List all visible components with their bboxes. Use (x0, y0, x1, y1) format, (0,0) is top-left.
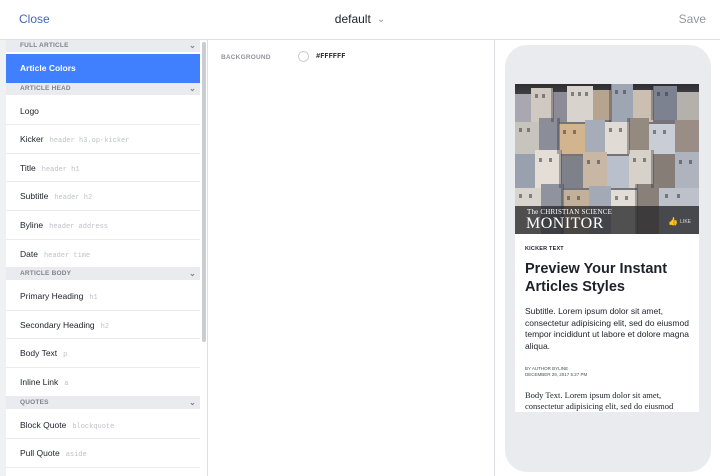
section-header[interactable]: ARTICLE HEAD ⌄ (6, 82, 200, 95)
css-selector-hint: p (63, 351, 68, 360)
section-header-label: FULL ARTICLE (20, 42, 69, 49)
css-selector-hint: header time (43, 251, 91, 260)
style-editor-panel: BACKGROUND #FFFFFF (209, 40, 495, 476)
preview-byline-block: BY AUTHOR BYLINE DECEMBER 29, 2017 5:27 … (525, 366, 587, 378)
background-color-swatch[interactable] (298, 51, 309, 62)
sidebar-scrollbar[interactable] (202, 42, 206, 342)
sidebar-item[interactable]: Secondary Heading h2 (6, 311, 200, 340)
section-header-label: ARTICLE BODY (20, 270, 72, 278)
chevron-down-icon: ⌄ (189, 397, 196, 407)
sidebar-item-label: Kicker (20, 134, 44, 145)
css-selector-hint: h1 (89, 294, 98, 303)
sidebar-item[interactable]: Kicker header h3.op-kicker (6, 125, 200, 154)
section-header[interactable]: QUOTES ⌄ (6, 396, 200, 409)
css-selector-hint: header address (49, 222, 108, 231)
preview-kicker: KICKER TEXT (525, 246, 564, 252)
sidebar-item[interactable]: Subtitle header h2 (6, 182, 200, 211)
sidebar-item-label: Body Text (20, 348, 58, 359)
element-sidebar: FULL ARTICLE ⌄ Article Colors ARTICLE HEAD ⌄… (0, 40, 208, 476)
css-selector-hint: aside (65, 451, 87, 460)
thumbs-up-icon: 👍 (668, 217, 679, 226)
sidebar-item-label: Secondary Heading (20, 319, 95, 330)
style-name: default (334, 12, 371, 26)
sidebar-item-label: Date (20, 248, 38, 259)
element-list: FULL ARTICLE ⌄ Article Colors ARTICLE HEAD ⌄… (6, 40, 200, 468)
sidebar-item-label: Byline (20, 219, 44, 230)
sidebar-item[interactable]: Pull Quote aside (6, 439, 200, 468)
publication-masthead: The CHRISTIAN SCIENCE MONITOR 👍 LIKE (515, 206, 699, 234)
sidebar-item[interactable]: Article Colors (6, 54, 200, 83)
top-bar: Close default ⌄ Save (0, 0, 720, 40)
hero-image: The CHRISTIAN SCIENCE MONITOR 👍 LIKE (515, 84, 699, 234)
preview-area: The CHRISTIAN SCIENCE MONITOR 👍 LIKE KICK… (496, 40, 720, 476)
masthead-logo-text: MONITOR (526, 215, 604, 232)
sidebar-item-label: Inline Link (20, 376, 59, 387)
section-header[interactable]: FULL ARTICLE ⌄ (6, 40, 200, 52)
chevron-down-icon: ⌄ (189, 269, 196, 279)
chevron-down-icon: ⌄ (189, 41, 196, 50)
save-button[interactable]: Save (679, 12, 706, 26)
chevron-down-icon: ⌄ (189, 83, 196, 93)
chevron-down-icon: ⌄ (376, 14, 386, 25)
style-selector[interactable]: default ⌄ (0, 12, 720, 26)
sidebar-item[interactable]: Logo (6, 97, 200, 126)
preview-title: Preview Your Instant Articles Styles (525, 261, 668, 295)
sidebar-item[interactable]: Primary Heading h1 (6, 282, 200, 311)
sidebar-item[interactable]: Block Quote blockquote (6, 411, 200, 440)
sidebar-item[interactable]: Inline Link a (6, 368, 200, 397)
preview-subtitle: Subtitle. Lorem ipsum dolor sit amet, co… (525, 306, 689, 351)
sidebar-item[interactable]: Date header time (6, 240, 200, 269)
background-color-value[interactable]: #FFFFFF (316, 53, 345, 61)
preview-date: DECEMBER 29, 2017 5:27 PM (525, 372, 588, 377)
css-selector-hint: header h2 (54, 194, 93, 203)
sidebar-item-label: Logo (20, 105, 39, 116)
css-selector-hint: a (64, 379, 69, 388)
phone-frame: The CHRISTIAN SCIENCE MONITOR 👍 LIKE KICK… (505, 45, 711, 472)
css-selector-hint: h2 (100, 322, 110, 331)
section-header[interactable]: ARTICLE BODY ⌄ (6, 268, 200, 281)
preview-body-text: Body Text. Lorem ipsum dolor sit amet, c… (525, 390, 674, 411)
css-selector-hint: header h3.op-kicker (49, 137, 130, 146)
sidebar-item-label: Article Colors (20, 63, 76, 73)
sidebar-item[interactable]: Byline header address (6, 211, 200, 240)
like-label: LIKE (680, 219, 691, 225)
sidebar-item[interactable]: Title header h1 (6, 154, 200, 183)
phone-screen: The CHRISTIAN SCIENCE MONITOR 👍 LIKE KICK… (515, 84, 699, 412)
sidebar-item-label: Subtitle (20, 191, 49, 202)
sidebar-item-label: Pull Quote (20, 448, 60, 459)
sidebar-item-label: Block Quote (20, 419, 67, 430)
css-selector-hint: blockquote (72, 422, 115, 431)
sidebar-item[interactable]: Body Text p (6, 339, 200, 368)
css-selector-hint: header h1 (41, 165, 80, 174)
sidebar-item-label: Title (20, 162, 36, 173)
background-label: BACKGROUND (221, 54, 271, 61)
section-header-label: ARTICLE HEAD (20, 84, 71, 92)
like-button[interactable]: 👍 LIKE (668, 217, 691, 226)
sidebar-item-label: Primary Heading (20, 291, 84, 302)
section-header-label: QUOTES (20, 398, 49, 406)
